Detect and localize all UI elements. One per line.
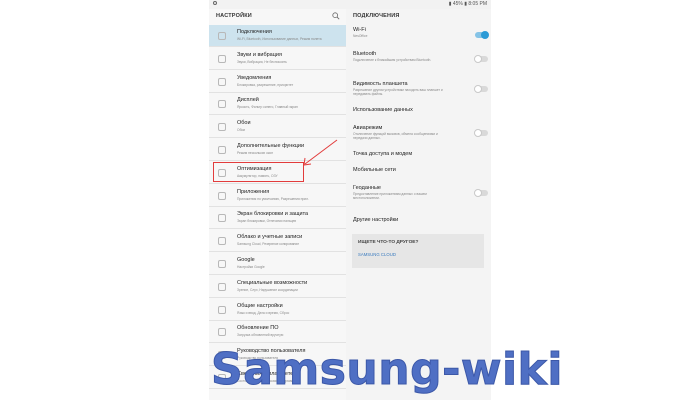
settings-item-title: Обои [237,120,251,127]
settings-item[interactable]: Специальные возможности Зрение, Слух, Нар… [209,276,346,298]
advanced-features-icon [218,146,226,154]
settings-item-title: Подключения [237,29,272,35]
settings-item-subtitle: Samsung Cloud, Резервное копирование [237,242,300,247]
toggle-switch[interactable] [474,55,488,63]
settings-item-title: Звуки и вибрация [237,51,282,58]
settings-item-title: Облако и учетные записи [237,234,303,241]
connection-item-subtitle: Подключение к ближайшим устройствам Blue… [353,58,432,62]
display-icon [218,100,226,109]
settings-item[interactable]: Подключения Wi-Fi, Bluetooth, Использован… [209,25,346,47]
settings-item-title: Специальные возможности [237,279,308,286]
connection-item-subtitle: Предоставление приложениям данных о ваше… [353,192,427,201]
connection-item[interactable]: Точка доступа и модем [353,151,483,157]
wallpaper-icon [218,123,226,132]
settings-item-subtitle: Настройки Google [237,265,265,269]
connection-item-title: Мобильные сети [353,167,396,173]
settings-item[interactable]: Обои Обои [209,116,346,139]
search-icon[interactable] [332,12,340,20]
settings-item-subtitle: Экран блокировки, Отпечатки пальцев [237,219,297,224]
toggle-switch[interactable] [475,31,489,39]
settings-item-subtitle: Зрение, Слух, Нарушение координации [237,287,298,292]
general-settings-icon [218,305,226,314]
cloud-icon [218,237,226,246]
connection-item-title: Другие настройки [353,217,399,223]
connection-item[interactable]: Другие настройки [353,217,483,223]
settings-item-title: Общие настройки [237,302,283,309]
status-bar: ▮ 45% ▮ 8:05 PM [209,0,491,9]
connections-pane: ПОДКЛЮЧЕНИЯ Wi-Fi NesOffice Bluetooth Подкл… [346,9,491,400]
connection-item[interactable]: Использование данных [353,107,483,113]
lock-icon [218,214,226,223]
google-icon [218,260,226,268]
pointer-arrow-icon [303,139,338,166]
toggle-switch[interactable] [474,85,488,93]
status-bar-info: ▮ 45% ▮ 8:05 PM [448,1,487,7]
settings-title: НАСТРОЙКИ [216,13,252,19]
status-indicator-icon [213,1,217,5]
connection-item-title: Wi-Fi [353,27,366,33]
notification-icon [218,77,226,86]
connection-item[interactable]: Мобильные сети [353,167,483,173]
settings-item-subtitle: Яркость, Фильтр синего, Главный экран [237,105,298,110]
connection-item-subtitle: Разрешение другим устройствам находить в… [353,88,443,97]
looking-for-something-else-card: ИЩЕТЕ ЧТО-ТО ДРУГОЕ? SAMSUNG CLOUD [352,234,484,268]
settings-item-title: Приложения [237,188,270,195]
connection-item[interactable]: Wi-Fi NesOffice [353,27,483,38]
apps-icon [218,191,226,200]
settings-item[interactable]: Экран блокировки и защита Экран блокировк… [209,207,346,230]
software-update-icon [218,328,226,337]
settings-item-subtitle: Звуки, Вибрация, Не беспокоить [237,59,287,64]
optimization-highlight-box [213,162,304,182]
connection-item-title: Использование данных [353,107,413,113]
connection-item-subtitle: NesOffice [353,34,368,38]
connection-item[interactable]: Видимость планшета Разрешение другим устр… [353,81,483,96]
connection-item-title: Видимость планшета [353,81,408,87]
connection-item-title: Bluetooth [353,51,377,57]
connection-item[interactable]: Авиарежим Отключение функций вызовов, обм… [353,125,483,140]
settings-item[interactable]: Уведомления Блокировка, разрешение, приор… [209,71,346,93]
connection-item[interactable]: Геоданные Предоставление приложениям данн… [353,185,483,200]
settings-item-subtitle: Загрузка обновлений вручную [237,333,284,338]
connections-title: ПОДКЛЮЧЕНИЯ [353,13,400,19]
settings-item-title: Дисплей [237,97,259,104]
accessibility-icon [218,282,226,291]
settings-item[interactable]: Звуки и вибрация Звуки, Вибрация, Не бесп… [209,48,346,70]
connections-icon [218,32,226,40]
settings-item-subtitle: Приложения по умолчанию, Разрешения прил… [237,196,309,201]
settings-item-subtitle: Язык и ввод, Дата и время, Сброс [237,310,290,315]
settings-item-subtitle: Блокировка, разрешение, приоритет [237,82,294,87]
settings-item[interactable]: Обновление ПО Загрузка обновлений вручную [209,321,346,344]
settings-item-title: Обновление ПО [237,325,279,332]
connection-item-title: Точка доступа и модем [353,151,413,157]
settings-item[interactable]: Дисплей Яркость, Фильтр синего, Главный э… [209,93,346,116]
search-prompt-question: ИЩЕТЕ ЧТО-ТО ДРУГОЕ? [358,240,419,245]
tablet-screen: ▮ 45% ▮ 8:05 PM НАСТРОЙКИ Подключения Wi-… [209,0,491,400]
toggle-switch[interactable] [474,129,488,137]
sound-icon [218,54,226,63]
settings-item[interactable]: Общие настройки Язык и ввод, Дата и время… [209,299,346,321]
settings-item-subtitle: Wi-Fi, Bluetooth, Использование данных, … [237,37,322,41]
settings-item[interactable]: Google Настройки Google [209,253,346,275]
settings-item-title: Экран блокировки и защита [237,211,309,218]
settings-item-title: Дополнительные функции [237,143,305,149]
settings-item[interactable]: Приложения Приложения по умолчанию, Разре… [209,185,346,207]
connection-item-subtitle: Отключение функций вызовов, обмена сообщ… [353,132,438,141]
settings-item-subtitle: Обои [237,128,246,133]
settings-item[interactable]: Облако и учетные записи Samsung Cloud, Ре… [209,230,346,253]
connection-item[interactable]: Bluetooth Подключение к ближайшим устройс… [353,51,483,62]
samsung-cloud-link[interactable]: SAMSUNG CLOUD [358,252,396,257]
settings-item-title: Google [237,257,255,263]
watermark-text: Samsung-wiki [211,344,563,395]
settings-item-title: Уведомления [237,74,272,81]
settings-list-pane: НАСТРОЙКИ Подключения Wi-Fi, Bluetooth, И… [209,9,346,400]
toggle-switch[interactable] [474,189,488,197]
connection-item-title: Авиарежим [353,125,383,131]
connection-item-title: Геоданные [353,185,381,191]
